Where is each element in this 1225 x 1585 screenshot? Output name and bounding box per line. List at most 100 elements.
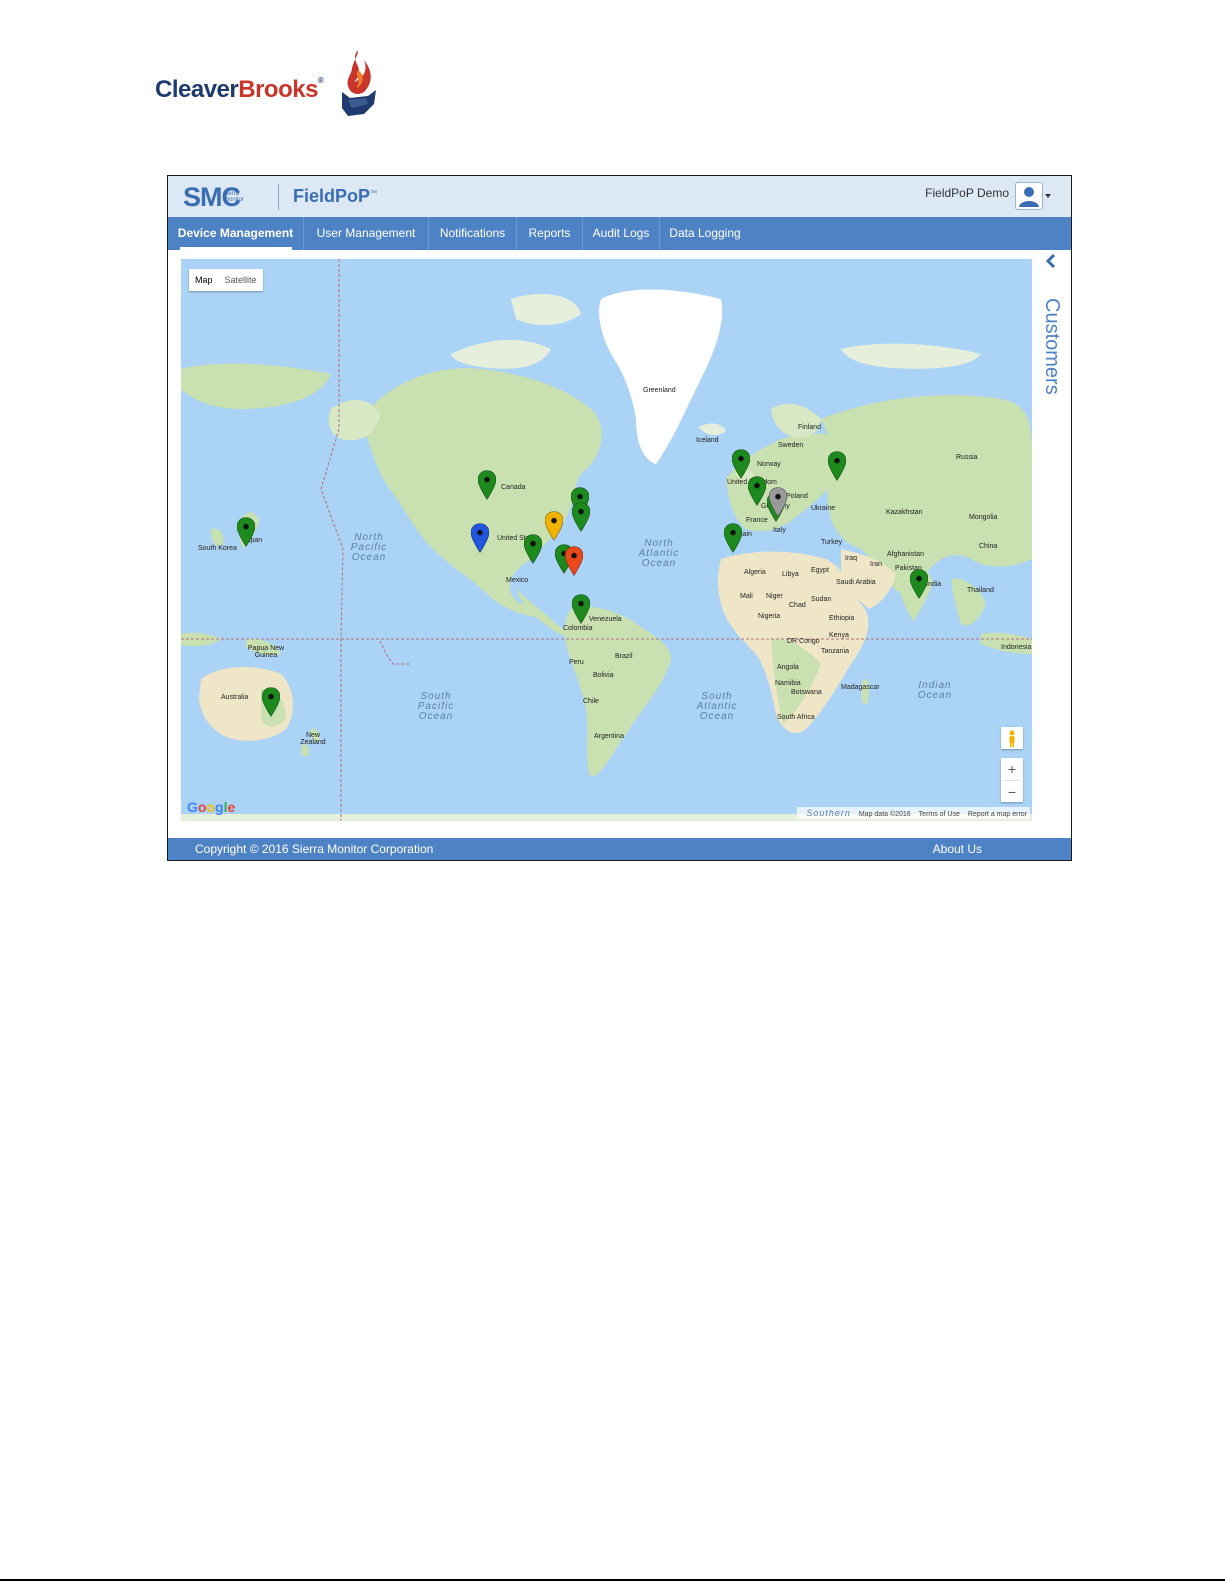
map-label: Libya [782,571,799,578]
map-type-control: Map Satellite [189,269,263,291]
map-data-label: Map data ©2016 [858,811,911,818]
chevron-down-icon[interactable] [1045,194,1051,198]
map-label: China [979,543,998,550]
map-label: Chile [583,698,599,705]
map-label: Egypt [811,567,829,574]
map-label: Mongolia [969,514,998,521]
map-label: Colombia [563,625,593,632]
tab-notifications[interactable]: Notifications [429,217,516,250]
ocean-label: North Atlantic Ocean [638,538,680,569]
map-label: Iran [870,561,883,568]
customers-label[interactable]: Customers [1040,298,1063,395]
map-label: Turkey [821,539,843,546]
map-label: New Zealand [300,732,326,746]
user-menu-button[interactable] [1015,182,1043,210]
map-label: Poland [786,493,808,500]
map-label: Madagascar [841,684,880,691]
map-label: Nigeria [758,613,781,620]
map-label: Russia [956,454,978,461]
map-label: Sudan [811,596,832,603]
map-label: Kazakhstan [886,509,923,516]
report-map-error-link[interactable]: Report a map error [968,811,1027,818]
logo-wordmark: CleaverBrooks® [155,76,324,103]
ocean-label: North Pacific Ocean [350,532,388,563]
map-label: Botswana [791,689,822,696]
tab-audit-logs[interactable]: Audit Logs [583,217,659,250]
map-attribution: Southern Map data ©2016 Terms of Use Rep… [797,807,1030,819]
smc-subtitle: sierra monitor [224,191,245,203]
map-label: Canada [501,484,526,491]
map-label: Algeria [744,569,766,576]
tab-device-management[interactable]: Device Management [168,217,303,250]
ocean-label: Indian Ocean [917,680,953,701]
pegman-icon [1009,730,1015,747]
map-label: DR Congo [787,638,820,645]
user-name: FieldPoP Demo [925,186,1009,200]
map-label: Greenland [643,387,676,394]
copyright-text: Copyright © 2016 Sierra Monitor Corporat… [195,842,434,856]
map-label: Indonesia [1001,644,1032,651]
tab-user-management[interactable]: User Management [304,217,428,250]
terms-of-use-link[interactable]: Terms of Use [919,811,960,818]
zoom-control: + − [1001,758,1023,802]
page-bottom-rule [0,1579,1225,1581]
map-label: France [746,517,768,524]
map-label: United Kingdom [727,479,777,486]
ocean-label: South Pacific Ocean [417,691,455,722]
map-label: Niger [766,593,783,600]
map-label: Pakistan [895,565,922,572]
map-label: Angola [777,664,799,671]
about-us-link[interactable]: About Us [933,838,982,860]
map-label: Thailand [967,587,994,594]
map-label: Kenya [829,632,849,639]
customers-panel-toggle[interactable]: Customers [1035,250,1071,838]
zoom-in-button[interactable]: + [1001,758,1023,780]
map-label: Iceland [696,437,719,444]
map-type-map-button[interactable]: Map [189,269,219,291]
top-header: SMC sierra monitor FieldPoP™ FieldPoP De… [168,176,1071,217]
map-label: Sweden [778,442,804,449]
header-divider [278,184,279,210]
map-label: Papua New Guinea [247,645,285,659]
main-nav: Device Management User Management Notifi… [168,217,1071,250]
footer: Copyright © 2016 Sierra Monitor Corporat… [168,838,1071,860]
world-map[interactable]: Greenland Iceland Finland Sweden Norway … [181,259,1032,821]
map-label: Brazil [615,653,633,660]
map-label: South Korea [198,545,237,552]
map-label: Saudi Arabia [836,579,876,586]
cleaver-brooks-logo: CleaverBrooks® [155,48,385,120]
map-label: Japan [243,537,263,544]
map-label: Finland [798,424,821,431]
southern-ocean-label: Southern [806,808,851,818]
map-label: Australia [221,694,249,701]
map-label: Tanzania [821,648,850,655]
map-label: Namibia [775,680,801,687]
map-label: Ukraine [811,505,836,512]
ocean-label: South Atlantic Ocean [696,691,738,722]
chevron-left-icon[interactable] [1045,254,1057,268]
flame-hand-icon [342,50,376,116]
user-icon [1019,187,1039,207]
map-label: Chad [789,602,806,609]
map-label: Mexico [506,577,529,584]
map-label: India [926,581,942,588]
fieldpop-logo: FieldPoP™ [293,186,378,206]
street-view-pegman[interactable] [1001,727,1023,749]
map-label: Peru [569,659,584,666]
fieldpop-app-screenshot: SMC sierra monitor FieldPoP™ FieldPoP De… [167,175,1072,861]
map-label: Afghanistan [887,551,924,558]
google-logo: Google [187,799,236,815]
map-label: Argentina [594,733,624,740]
map-label: Ethiopia [829,615,855,622]
map-label: Spain [734,531,752,538]
map-type-satellite-button[interactable]: Satellite [219,269,263,291]
zoom-out-button[interactable]: − [1001,781,1023,803]
tab-reports[interactable]: Reports [517,217,582,250]
map-label: Mali [740,593,753,600]
map-label: Norway [757,461,781,468]
map-label: Italy [773,527,786,534]
tab-data-logging[interactable]: Data Logging [660,217,750,250]
map-label: Bolivia [593,672,614,679]
map-label: Iraq [845,555,858,562]
main-content: Greenland Iceland Finland Sweden Norway … [168,250,1071,838]
